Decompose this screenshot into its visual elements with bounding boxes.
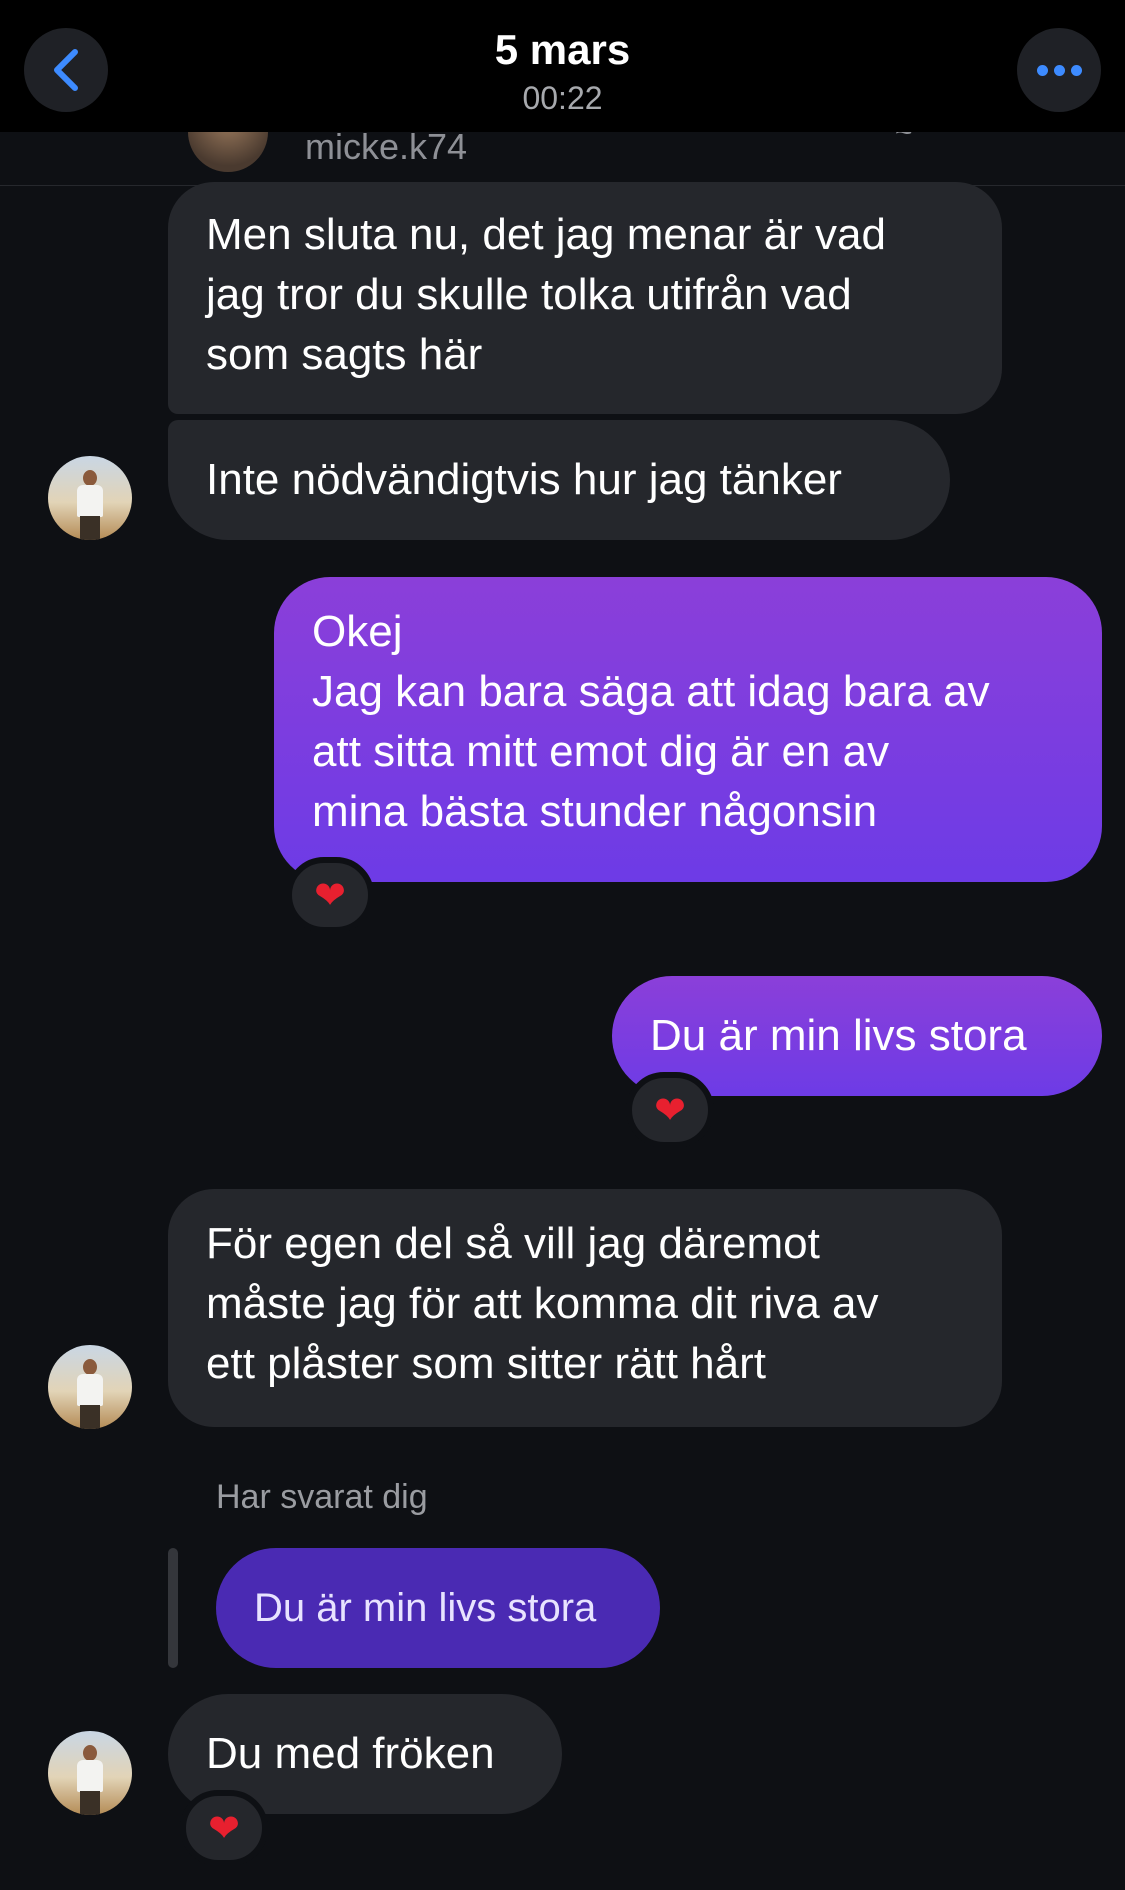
sender-avatar[interactable] bbox=[48, 456, 132, 540]
heart-icon: ❤ bbox=[208, 1807, 240, 1850]
reply-quote-bar bbox=[168, 1548, 178, 1668]
message-line: att sitta mitt emot dig är en av bbox=[312, 727, 890, 776]
heart-reaction[interactable]: ❤ bbox=[180, 1790, 268, 1866]
message-bubble-outgoing[interactable]: Okej Jag kan bara säga att idag bara av … bbox=[274, 577, 1102, 882]
message-bubble-incoming[interactable]: Men sluta nu, det jag menar är vad jag t… bbox=[168, 182, 1002, 414]
header-date: 5 mars bbox=[494, 26, 631, 73]
message-line: Inte nödvändigtvis hur jag tänker bbox=[206, 455, 842, 504]
chat-header: 5 mars 00:22 bbox=[0, 0, 1125, 132]
message-line: ett plåster som sitter rätt hårt bbox=[206, 1339, 766, 1388]
heart-icon: ❤ bbox=[314, 874, 346, 917]
header-time: 00:22 bbox=[522, 80, 603, 116]
profile-peek-row: micke.k74 ~ bbox=[0, 132, 1125, 186]
message-line: Okej bbox=[312, 607, 403, 656]
message-line: som sagts här bbox=[206, 330, 483, 379]
message-line: måste jag för att komma dit riva av bbox=[206, 1279, 879, 1328]
profile-avatar[interactable] bbox=[188, 132, 268, 172]
reply-context-label: Har svarat dig bbox=[216, 1478, 428, 1516]
heart-reaction[interactable]: ❤ bbox=[626, 1072, 714, 1148]
message-bubble-incoming[interactable]: Inte nödvändigtvis hur jag tänker bbox=[168, 420, 950, 540]
message-line: Du med fröken bbox=[206, 1729, 495, 1778]
profile-username[interactable]: micke.k74 bbox=[305, 132, 467, 168]
message-line: För egen del så vill jag däremot bbox=[206, 1219, 820, 1268]
profile-trailing-mark: ~ bbox=[895, 132, 913, 149]
message-bubble-incoming[interactable]: För egen del så vill jag däremot måste j… bbox=[168, 1189, 1002, 1427]
message-line: Du är min livs stora bbox=[650, 1011, 1027, 1060]
quoted-message[interactable]: Du är min livs stora bbox=[216, 1548, 660, 1668]
message-line: Jag kan bara säga att idag bara av bbox=[312, 667, 990, 716]
message-line: mina bästa stunder någonsin bbox=[312, 787, 878, 836]
sender-avatar[interactable] bbox=[48, 1731, 132, 1815]
sender-avatar[interactable] bbox=[48, 1345, 132, 1429]
heart-icon: ❤ bbox=[654, 1089, 686, 1132]
more-horizontal-icon bbox=[1036, 64, 1048, 76]
heart-reaction[interactable]: ❤ bbox=[286, 857, 374, 933]
message-line: jag tror du skulle tolka utifrån vad bbox=[206, 270, 852, 319]
more-options-button[interactable] bbox=[1017, 28, 1101, 112]
message-line: Men sluta nu, det jag menar är vad bbox=[206, 210, 886, 259]
